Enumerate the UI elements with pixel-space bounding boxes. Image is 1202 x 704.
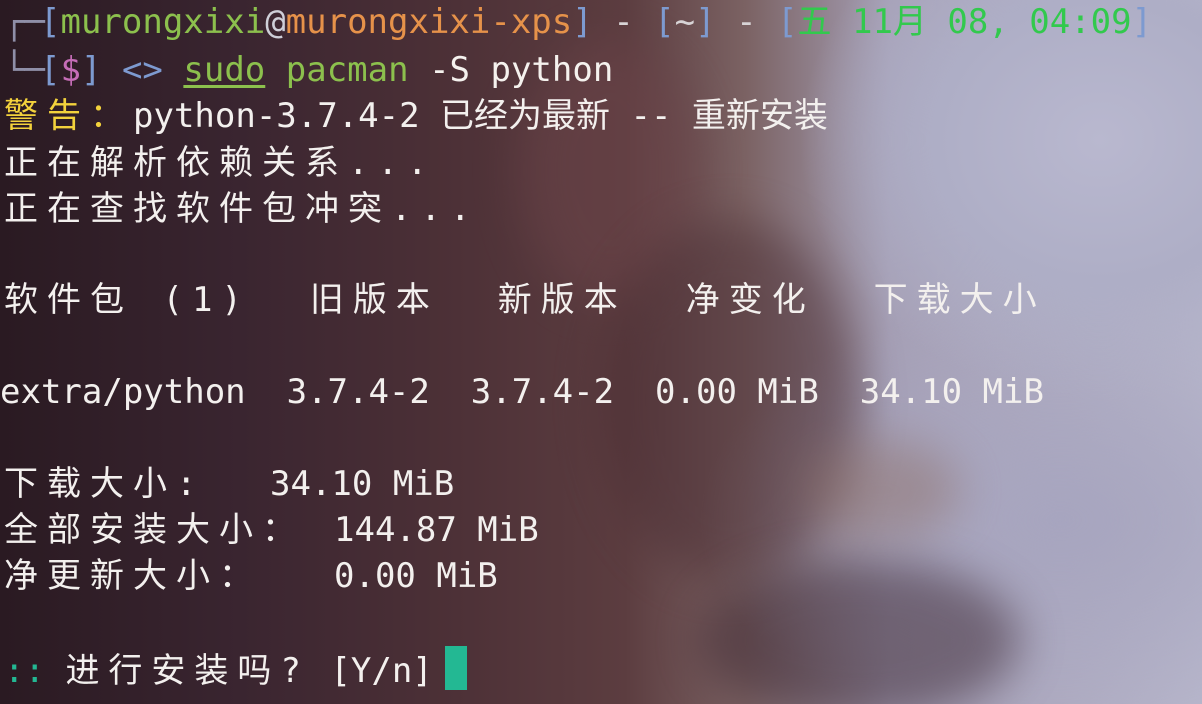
terminal-cursor[interactable] xyxy=(444,646,467,690)
prompt-bracket: [ xyxy=(654,2,675,42)
prompt-bracket: [ xyxy=(40,50,61,90)
command-name: pacman xyxy=(285,50,409,90)
warning-text: python-3.7.4-2 已经为最新 -- 重新安装 xyxy=(133,96,828,136)
prompt-bracket: [ xyxy=(777,2,798,42)
command-sudo: sudo xyxy=(183,50,266,90)
background-blur-shape xyxy=(700,560,1020,704)
summary-label: 全部安装大小： xyxy=(4,510,305,550)
output-resolving: 正在解析依赖关系... xyxy=(4,143,437,183)
summary-row-net: 净更新大小： 0.00 MiB xyxy=(4,556,498,596)
prompt-separator: - xyxy=(715,2,778,42)
prompt-user: murongxixi xyxy=(60,2,266,42)
prompt-bracket: ] xyxy=(1131,2,1153,42)
prompt-datetime: 五 11月 08, 04:09 xyxy=(797,2,1132,42)
prompt-dollar: $ xyxy=(60,50,81,90)
warning-line: 警告：python-3.7.4-2 已经为最新 -- 重新安装 xyxy=(4,96,828,136)
prompt-tree-bottom: └─ xyxy=(4,50,45,90)
prompt-line-2: └─[$] <> sudo pacman -S python xyxy=(4,50,613,90)
package-table-row: extra/python 3.7.4-2 3.7.4-2 0.00 MiB 34… xyxy=(0,372,1044,412)
output-checking: 正在查找软件包冲突... xyxy=(4,189,480,229)
prompt-arrows: <> xyxy=(121,50,163,90)
background-blur-shape xyxy=(800,440,960,540)
summary-value: 34.10 MiB xyxy=(270,464,455,504)
confirm-question: 进行安装吗? xyxy=(65,651,310,691)
summary-value: 144.87 MiB xyxy=(334,510,539,550)
package-table-header: 软件包 (1) 旧版本 新版本 净变化 下载大小 xyxy=(4,280,1046,320)
prompt-bracket: ] xyxy=(572,2,593,42)
prompt-directory: ~ xyxy=(674,2,696,42)
prompt-host: murongxixi-xps xyxy=(285,2,573,42)
summary-row-install: 全部安装大小： 144.87 MiB xyxy=(4,510,539,550)
prompt-separator: - xyxy=(592,2,655,42)
summary-label: 下载大小: xyxy=(4,464,206,504)
prompt-bracket: ] xyxy=(695,2,716,42)
prompt-at: @ xyxy=(265,2,286,42)
summary-label: 净更新大小： xyxy=(4,556,262,596)
prompt-bracket: [ xyxy=(40,2,61,42)
summary-value: 0.00 MiB xyxy=(334,556,498,596)
prompt-bracket: ] xyxy=(80,50,102,90)
prompt-tree-top: ┌─ xyxy=(4,2,45,42)
prompt-line-1: ┌─[murongxixi@murongxixi-xps] - [~] - [五… xyxy=(4,2,1152,42)
summary-row-download: 下载大小: 34.10 MiB xyxy=(4,464,454,504)
confirm-line: :: 进行安装吗? [Y/n] xyxy=(4,646,467,691)
confirm-prefix: :: xyxy=(4,651,45,691)
command-args: -S python xyxy=(429,50,614,90)
warning-label: 警告： xyxy=(4,96,133,136)
confirm-options: [Y/n] xyxy=(330,651,433,691)
